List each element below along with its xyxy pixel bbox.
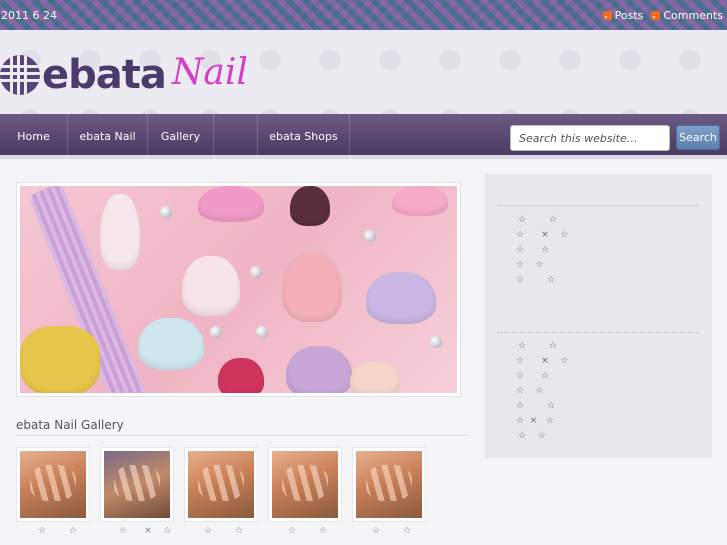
feed-links: Posts Comments bbox=[602, 9, 723, 22]
sidebar-link[interactable]: ☆ ☆ bbox=[516, 401, 555, 411]
sidebar-link[interactable]: ☆ ☆ bbox=[516, 275, 555, 285]
thumbnail-caption[interactable]: ☆ × ☆ bbox=[119, 526, 171, 536]
gem-decoration bbox=[210, 326, 222, 338]
sidebar-divider bbox=[497, 205, 699, 206]
date-text: 2011 6 24 bbox=[1, 9, 57, 22]
nail-decoration bbox=[290, 186, 330, 226]
thumbnail-image bbox=[356, 451, 422, 518]
thumbnail-image bbox=[188, 451, 254, 518]
thumbnail-caption[interactable]: ☆ ☆ bbox=[372, 526, 411, 536]
nail-decoration bbox=[350, 362, 400, 393]
nail-decoration bbox=[182, 256, 240, 316]
sidebar-link[interactable]: ☆ ☆ bbox=[516, 245, 549, 255]
sidebar-link[interactable]: ☆ × ☆ bbox=[516, 230, 568, 240]
rss-icon bbox=[602, 11, 612, 20]
logo-script-text: Nail bbox=[171, 51, 248, 93]
nav-item-ebata-nail[interactable]: ebata Nail bbox=[68, 114, 148, 159]
nail-decoration bbox=[20, 326, 100, 393]
nail-decoration bbox=[366, 272, 436, 324]
gallery-thumbnail[interactable] bbox=[268, 447, 342, 522]
thumbnail-caption[interactable]: ☆ ☆ bbox=[288, 526, 327, 536]
search-input[interactable] bbox=[510, 125, 670, 151]
sidebar-divider bbox=[497, 332, 699, 333]
thumbnail-caption[interactable]: ☆ ☆ bbox=[204, 526, 243, 536]
top-bar: 2011 6 24 Posts Comments bbox=[0, 0, 727, 30]
section-divider bbox=[16, 435, 469, 436]
thumbnail-image bbox=[104, 451, 170, 518]
nav-item-blank[interactable] bbox=[214, 114, 258, 159]
sidebar-link[interactable]: ☆ ☆ bbox=[518, 215, 557, 225]
sidebar-link[interactable]: ☆ ☆ bbox=[516, 386, 544, 396]
rss-icon bbox=[651, 11, 661, 20]
thumbnail-image bbox=[272, 451, 338, 518]
comments-feed-link[interactable]: Comments bbox=[651, 9, 723, 22]
search-button[interactable]: Search bbox=[676, 125, 720, 150]
gem-decoration bbox=[256, 326, 268, 338]
nav-item-ebata-shops[interactable]: ebata Shops bbox=[258, 114, 350, 159]
posts-feed-link[interactable]: Posts bbox=[602, 9, 644, 22]
sidebar-link[interactable]: ☆ ☆ bbox=[516, 260, 544, 270]
gem-decoration bbox=[160, 206, 172, 218]
site-header: ebata Nail bbox=[0, 30, 727, 114]
posts-feed-label: Posts bbox=[614, 9, 644, 22]
nail-decoration bbox=[138, 318, 204, 370]
gallery-thumbnail[interactable] bbox=[16, 447, 90, 522]
thumbnail-caption[interactable]: ☆ ☆ bbox=[38, 526, 77, 536]
thumbnail-image bbox=[20, 451, 86, 518]
gem-decoration bbox=[364, 230, 376, 242]
gallery-thumbnail[interactable] bbox=[184, 447, 258, 522]
gem-decoration bbox=[430, 336, 442, 348]
nail-decoration bbox=[282, 252, 342, 322]
nav-item-gallery[interactable]: Gallery bbox=[148, 114, 214, 159]
gem-decoration bbox=[250, 266, 262, 278]
hero-image bbox=[20, 186, 457, 393]
nav-item-home[interactable]: Home bbox=[0, 114, 68, 159]
hero-banner[interactable] bbox=[16, 182, 461, 397]
sidebar-link[interactable]: ☆ × ☆ bbox=[516, 356, 568, 366]
nail-decoration bbox=[392, 186, 448, 216]
sidebar-link[interactable]: ☆ ☆ bbox=[518, 431, 546, 441]
sidebar-link[interactable]: ☆ ☆ bbox=[516, 371, 549, 381]
sidebar-link[interactable]: ☆ ☆ bbox=[518, 341, 557, 351]
gallery-thumbnail[interactable] bbox=[352, 447, 426, 522]
logo-text: ebata bbox=[42, 52, 167, 98]
logo-mark-icon bbox=[0, 55, 40, 95]
nail-decoration bbox=[286, 346, 352, 393]
site-logo[interactable]: ebata Nail bbox=[0, 52, 248, 98]
nail-decoration bbox=[218, 358, 264, 393]
gallery-section-title: ebata Nail Gallery bbox=[16, 418, 124, 432]
comments-feed-label: Comments bbox=[663, 9, 723, 22]
nail-decoration bbox=[198, 186, 264, 222]
nail-decoration bbox=[100, 194, 140, 270]
sidebar-link[interactable]: ☆ × ☆ bbox=[516, 416, 554, 426]
gallery-thumbnail[interactable] bbox=[100, 447, 174, 522]
